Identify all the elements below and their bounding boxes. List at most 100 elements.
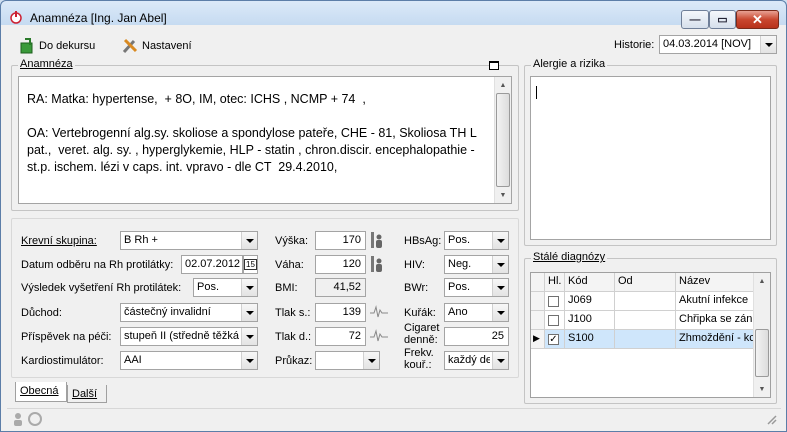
maximize-button[interactable]: ▭ bbox=[709, 10, 736, 29]
hiv-select[interactable]: Neg. bbox=[444, 255, 509, 274]
status-bar bbox=[7, 408, 781, 427]
hbsag-select[interactable]: Pos. bbox=[444, 231, 509, 250]
kurak-select[interactable]: Ano bbox=[444, 303, 509, 322]
pulse-graph-icon[interactable] bbox=[369, 303, 389, 321]
scroll-down-icon[interactable]: ▼ bbox=[495, 187, 511, 203]
checkbox[interactable] bbox=[548, 315, 559, 326]
krevni-skupina-select[interactable]: B Rh + bbox=[120, 231, 258, 250]
settings-label: Nastavení bbox=[142, 40, 192, 52]
tab-obecna[interactable]: Obecná bbox=[15, 382, 67, 402]
return-arrow-icon bbox=[20, 38, 33, 54]
tlak-d-field[interactable]: 72 bbox=[315, 327, 366, 346]
hiv-label: HIV: bbox=[404, 259, 425, 271]
checkbox-checked[interactable]: ✓ bbox=[548, 334, 559, 345]
od-cell bbox=[615, 330, 676, 349]
scroll-up-icon[interactable]: ▲ bbox=[754, 273, 770, 289]
kurak-label: Kuřák: bbox=[404, 307, 436, 319]
frekv-select[interactable]: každý de bbox=[444, 351, 509, 370]
bmi-field: 41,52 bbox=[315, 278, 366, 297]
frekv-label-2: kouř.: bbox=[404, 359, 432, 371]
chevron-down-icon bbox=[241, 304, 257, 321]
scroll-down-icon[interactable]: ▼ bbox=[754, 381, 770, 397]
vaha-field[interactable]: 120 bbox=[315, 255, 366, 274]
allergy-textarea[interactable] bbox=[530, 76, 771, 240]
resize-grip-icon[interactable] bbox=[765, 413, 777, 425]
measure-icon[interactable] bbox=[369, 231, 385, 249]
name-cell: Chřipka se zán bbox=[676, 311, 756, 330]
hbsag-value: Pos. bbox=[448, 234, 471, 246]
anamneza-legend: Anamnéza bbox=[18, 58, 75, 70]
col-nazev[interactable]: Název bbox=[676, 273, 756, 292]
col-kod[interactable]: Kód bbox=[565, 273, 615, 292]
window-title: Anamnéza [Ing. Jan Abel] bbox=[30, 11, 167, 25]
vysledek-value: Pos. bbox=[197, 281, 220, 293]
code-cell: J100 bbox=[565, 311, 615, 330]
table-row[interactable]: J069 Akutní infekce bbox=[531, 292, 770, 311]
hl-cell bbox=[545, 292, 565, 311]
weight-icon[interactable] bbox=[369, 255, 385, 273]
kardio-value: AAI bbox=[124, 354, 142, 366]
anamneza-scrollbar[interactable]: ▲ ▼ bbox=[494, 77, 511, 203]
minimize-button[interactable]: — bbox=[681, 10, 709, 29]
scroll-up-icon[interactable]: ▲ bbox=[495, 77, 511, 93]
app-icon bbox=[10, 11, 22, 24]
calendar-icon[interactable]: 15 bbox=[243, 255, 258, 274]
close-button[interactable]: ✕ bbox=[736, 10, 779, 29]
pulse-graph-icon[interactable] bbox=[369, 327, 389, 345]
kardio-select[interactable]: AAI bbox=[120, 351, 258, 370]
row-marker bbox=[531, 311, 545, 330]
kurak-value: Ano bbox=[448, 306, 468, 318]
history-value: 04.03.2014 [NOV] bbox=[663, 38, 752, 50]
title-bar: Anamnéza [Ing. Jan Abel] — ▭ ✕ bbox=[1, 1, 786, 31]
hl-cell: ✓ bbox=[545, 330, 565, 349]
dekurs-label: Do dekursu bbox=[39, 40, 96, 52]
chevron-down-icon bbox=[363, 352, 379, 369]
cigaret-label: Cigaret denně: bbox=[404, 322, 439, 346]
chevron-down-icon bbox=[492, 304, 508, 321]
settings-button[interactable]: Nastavení bbox=[122, 37, 192, 55]
window: Anamnéza [Ing. Jan Abel] — ▭ ✕ Do dekurs… bbox=[0, 0, 787, 432]
table-row[interactable]: ▶ ✓ S100 Zhmoždění - kc bbox=[531, 330, 770, 349]
bwr-select[interactable]: Pos. bbox=[444, 278, 509, 297]
allergy-legend: Alergie a rizika bbox=[531, 58, 608, 70]
row-marker bbox=[531, 292, 545, 311]
dekurs-button[interactable]: Do dekursu bbox=[19, 37, 95, 55]
table-row[interactable]: J100 Chřipka se zán bbox=[531, 311, 770, 330]
prispevek-select[interactable]: stupeň II (středně těžká bbox=[120, 327, 258, 346]
frekv-value: každý de bbox=[448, 354, 490, 366]
close-icon: ✕ bbox=[752, 11, 763, 27]
scroll-thumb[interactable] bbox=[755, 329, 769, 377]
diagnoses-group: Stálé diagnózy Hl. Kód Od Název J069 Akut… bbox=[524, 251, 777, 404]
datum-field[interactable]: 02.07.2012 bbox=[181, 255, 243, 274]
scroll-thumb[interactable] bbox=[496, 93, 510, 187]
kardio-label: Kardiostimulátor: bbox=[21, 355, 104, 367]
duchod-select[interactable]: částečný invalidní bbox=[120, 303, 258, 322]
diagnoses-scrollbar[interactable]: ▲ ▼ bbox=[753, 273, 770, 397]
client-area: Do dekursu Nastavení Historie: 04.03.201… bbox=[7, 32, 781, 427]
vaha-label: Váha: bbox=[275, 259, 304, 271]
vysledek-select[interactable]: Pos. bbox=[193, 278, 258, 297]
vyska-field[interactable]: 170 bbox=[315, 231, 366, 250]
krevni-skupina-value: B Rh + bbox=[124, 234, 158, 246]
col-hl[interactable]: Hl. bbox=[545, 273, 565, 292]
hbsag-label: HBsAg: bbox=[404, 235, 442, 247]
anamneza-textarea[interactable]: RA: Matka: hypertense, + 8O, IM, otec: I… bbox=[18, 76, 512, 204]
prukaz-select[interactable] bbox=[315, 351, 380, 370]
row-marker: ▶ bbox=[531, 330, 545, 349]
col-od[interactable]: Od bbox=[615, 273, 676, 292]
cigaret-field[interactable]: 25 bbox=[444, 327, 509, 346]
od-cell bbox=[615, 292, 676, 311]
maximize-icon: ▭ bbox=[717, 14, 728, 26]
diagnoses-grid[interactable]: Hl. Kód Od Název J069 Akutní infekce J100 C… bbox=[530, 272, 771, 398]
minimize-icon: — bbox=[689, 13, 701, 26]
code-cell: J069 bbox=[565, 292, 615, 311]
tab-dalsi[interactable]: Další bbox=[67, 385, 107, 403]
tools-icon bbox=[122, 38, 138, 54]
bmi-label: BMI: bbox=[275, 282, 298, 294]
chevron-down-icon bbox=[492, 352, 508, 369]
tlak-s-field[interactable]: 139 bbox=[315, 303, 366, 322]
duchod-value: částečný invalidní bbox=[124, 306, 211, 318]
checkbox[interactable] bbox=[548, 296, 559, 307]
expand-icon[interactable] bbox=[489, 61, 499, 70]
history-select[interactable]: 04.03.2014 [NOV] bbox=[659, 35, 777, 54]
